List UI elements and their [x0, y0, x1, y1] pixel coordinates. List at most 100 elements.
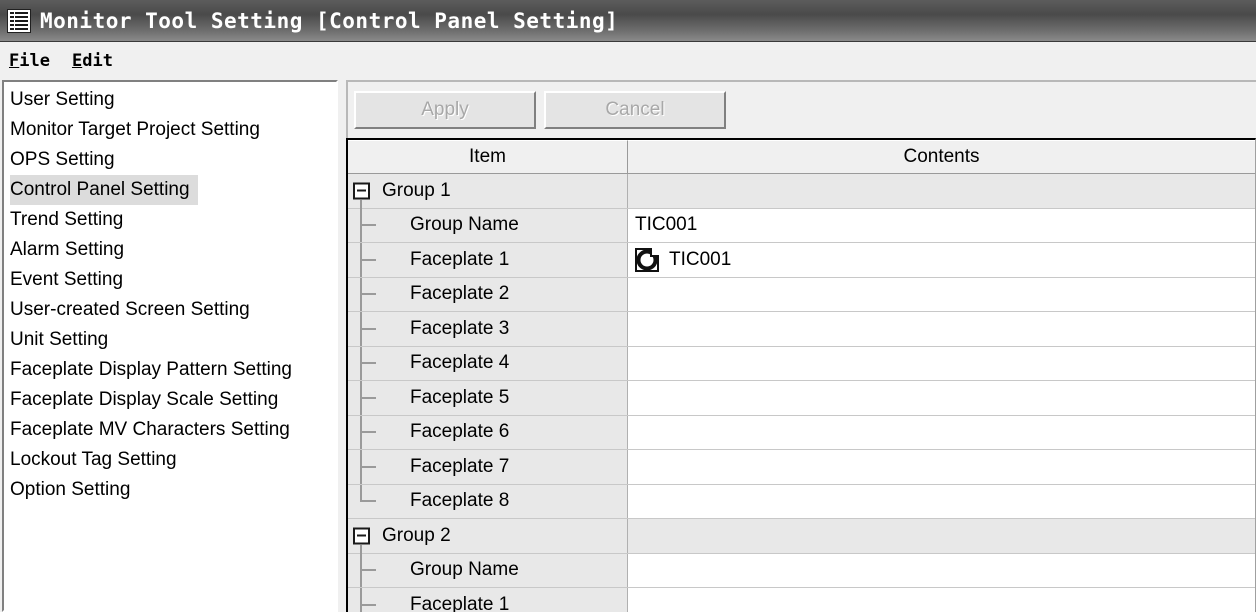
- window-title: Monitor Tool Setting [Control Panel Sett…: [40, 8, 619, 33]
- tree-column: [348, 450, 382, 484]
- sidebar-container: User Setting Monitor Target Project Sett…: [0, 80, 340, 612]
- cell-value: TIC001: [669, 248, 732, 270]
- cell-item: Group 2: [348, 519, 628, 554]
- row-label: Faceplate 7: [410, 455, 510, 477]
- cell-contents[interactable]: TIC001: [628, 243, 1255, 277]
- table-row[interactable]: Group Name: [348, 553, 1255, 588]
- menu-edit-accel: E: [71, 51, 83, 71]
- sidebar-item-label: User-created Screen Setting: [10, 299, 250, 320]
- table-row[interactable]: Faceplate 8: [348, 484, 1255, 519]
- tree-column: [348, 553, 382, 588]
- table-row[interactable]: Faceplate 6: [348, 415, 1255, 450]
- cell-item: Faceplate 3: [348, 312, 628, 346]
- sidebar-item-faceplate-display-pattern-setting[interactable]: Faceplate Display Pattern Setting: [4, 355, 336, 385]
- column-header-item[interactable]: Item: [348, 140, 628, 173]
- cell-contents[interactable]: [628, 346, 1255, 380]
- row-label: Faceplate 2: [410, 283, 510, 305]
- table-row[interactable]: Faceplate 7: [348, 450, 1255, 485]
- cell-contents[interactable]: [628, 588, 1255, 612]
- settings-category-list[interactable]: User Setting Monitor Target Project Sett…: [2, 80, 338, 612]
- cell-contents[interactable]: TIC001: [628, 208, 1255, 242]
- sidebar-item-label: Faceplate Display Pattern Setting: [10, 359, 292, 380]
- collapse-box-icon[interactable]: [353, 182, 370, 200]
- cell-item: Faceplate 5: [348, 381, 628, 415]
- sidebar-item-control-panel-setting[interactable]: Control Panel Setting: [4, 175, 336, 205]
- table-row[interactable]: Faceplate 1: [348, 588, 1255, 612]
- apply-button[interactable]: Apply: [354, 91, 536, 129]
- cell-contents[interactable]: [628, 312, 1255, 346]
- sidebar-item-label: Event Setting: [10, 269, 124, 290]
- sidebar-item-label: Control Panel Setting: [10, 175, 198, 205]
- detail-panel: Apply Cancel Item Contents Group 1 Group…: [340, 80, 1256, 612]
- cell-contents[interactable]: [628, 415, 1255, 449]
- sidebar-item-user-created-screen-setting[interactable]: User-created Screen Setting: [4, 295, 336, 325]
- table-row[interactable]: Faceplate 3: [348, 312, 1255, 347]
- cell-item: Group 1: [348, 174, 628, 209]
- sidebar-item-faceplate-display-scale-setting[interactable]: Faceplate Display Scale Setting: [4, 385, 336, 415]
- faceplate-document-icon: [635, 247, 659, 272]
- tree-column: [348, 588, 382, 612]
- table-row-group[interactable]: Group 2: [348, 519, 1255, 554]
- tree-column: [348, 208, 382, 243]
- sidebar-item-event-setting[interactable]: Event Setting: [4, 265, 336, 295]
- tree-column: [348, 484, 382, 519]
- tree-column: [348, 277, 382, 312]
- title-bar: Monitor Tool Setting [Control Panel Sett…: [0, 0, 1256, 42]
- sidebar-item-label: Lockout Tag Setting: [10, 449, 177, 470]
- sidebar-item-user-setting[interactable]: User Setting: [4, 85, 336, 115]
- cell-contents[interactable]: [628, 277, 1255, 311]
- cell-item: Faceplate 2: [348, 277, 628, 312]
- collapse-box-icon[interactable]: [353, 527, 370, 545]
- sidebar-item-ops-setting[interactable]: OPS Setting: [4, 145, 336, 175]
- menu-file-accel: F: [9, 51, 20, 71]
- sidebar-item-label: Unit Setting: [10, 329, 109, 350]
- row-label: Group 1: [382, 179, 451, 201]
- cell-item: Faceplate 1: [348, 588, 628, 612]
- sidebar-item-label: Option Setting: [10, 479, 131, 500]
- sidebar-item-label: Monitor Target Project Setting: [10, 119, 260, 140]
- sidebar-item-trend-setting[interactable]: Trend Setting: [4, 205, 336, 235]
- cell-contents[interactable]: [628, 484, 1255, 518]
- table-row[interactable]: Faceplate 4: [348, 346, 1255, 381]
- row-label: Faceplate 1: [410, 248, 510, 270]
- row-label: Group 2: [382, 524, 451, 546]
- cell-item: Group Name: [348, 553, 628, 588]
- sidebar-item-alarm-setting[interactable]: Alarm Setting: [4, 235, 336, 265]
- cancel-button[interactable]: Cancel: [544, 91, 726, 129]
- cell-item: Group Name: [348, 208, 628, 243]
- table-row[interactable]: Faceplate 1 TIC001: [348, 243, 1255, 278]
- table-row[interactable]: Group Name TIC001: [348, 208, 1255, 243]
- tree-column: [348, 519, 382, 554]
- cell-contents[interactable]: [628, 174, 1255, 208]
- menu-file[interactable]: File: [9, 51, 50, 71]
- cell-contents[interactable]: [628, 553, 1255, 587]
- cell-contents[interactable]: [628, 450, 1255, 484]
- cell-contents[interactable]: [628, 519, 1255, 553]
- table-row-group[interactable]: Group 1: [348, 174, 1255, 209]
- window-list-icon: [7, 8, 31, 33]
- menu-file-rest: ile: [19, 51, 50, 71]
- cell-contents[interactable]: [628, 381, 1255, 415]
- menu-edit[interactable]: Edit: [72, 51, 113, 71]
- row-label: Faceplate 4: [410, 352, 510, 374]
- table-row[interactable]: Faceplate 2: [348, 277, 1255, 312]
- sidebar-item-monitor-target-project-setting[interactable]: Monitor Target Project Setting: [4, 115, 336, 145]
- cell-item: Faceplate 8: [348, 484, 628, 519]
- sidebar-item-lockout-tag-setting[interactable]: Lockout Tag Setting: [4, 445, 336, 475]
- row-label: Faceplate 5: [410, 386, 510, 408]
- sidebar-item-option-setting[interactable]: Option Setting: [4, 475, 336, 505]
- tree-column: [348, 243, 382, 277]
- row-label: Faceplate 8: [410, 490, 510, 512]
- tree-column: [348, 381, 382, 415]
- column-header-contents[interactable]: Contents: [628, 140, 1255, 173]
- row-label: Faceplate 3: [410, 317, 510, 339]
- sidebar-item-faceplate-mv-characters-setting[interactable]: Faceplate MV Characters Setting: [4, 415, 336, 445]
- control-panel-settings-table: Item Contents Group 1 Group Name TIC001 …: [346, 138, 1256, 612]
- sidebar-item-unit-setting[interactable]: Unit Setting: [4, 325, 336, 355]
- table-row[interactable]: Faceplate 5: [348, 381, 1255, 416]
- sidebar-item-label: Faceplate MV Characters Setting: [10, 419, 290, 440]
- cell-item: Faceplate 6: [348, 415, 628, 449]
- sidebar-item-label: User Setting: [10, 89, 115, 110]
- tree-column: [348, 312, 382, 346]
- sidebar-item-label: Faceplate Display Scale Setting: [10, 389, 279, 410]
